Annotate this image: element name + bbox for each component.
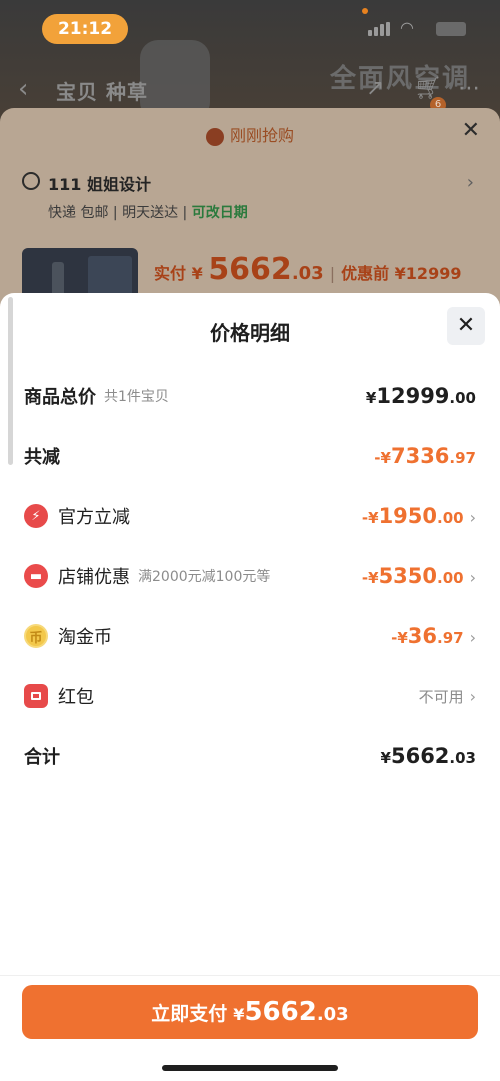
official-discount-amount: -¥1950.00 — [361, 504, 464, 528]
sheet-title: 价格明细 — [210, 321, 290, 345]
more-icon[interactable]: ⋯ — [458, 76, 480, 101]
signal-icon — [368, 22, 390, 36]
background-tabs: 宝贝 种草 — [56, 80, 148, 104]
order-sheet-header: 刚刚抢购 — [0, 122, 500, 146]
chevron-right-icon: › — [469, 508, 476, 527]
order-pay-summary: 实付 ¥ 5662.03 | 优惠前 ¥12999 — [154, 252, 462, 287]
back-arrow-icon[interactable]: ‹ — [18, 74, 28, 104]
chevron-right-icon[interactable]: › — [467, 172, 474, 193]
chevron-right-icon: › — [469, 568, 476, 587]
goods-total-amount: ¥12999.00 — [365, 384, 476, 408]
total-discount-amount: -¥7336.97 — [374, 444, 476, 468]
red-packet-icon — [24, 684, 48, 708]
close-icon: ✕ — [456, 313, 476, 338]
pay-now-button[interactable]: 立即支付 ¥5662.03 — [22, 985, 478, 1039]
row-taojinbi[interactable]: 币 淘金币 -¥36.97 › — [24, 616, 476, 656]
row-grand-total: 合计 ¥5662.03 — [24, 744, 476, 768]
row-store-discount[interactable]: ▬ 店铺优惠 满2000元减100元等 -¥5350.00 › — [24, 556, 476, 596]
background-nav-bar: ‹ 宝贝 种草 ↗ 🛒︎ ⋯ — [0, 66, 500, 110]
row-official-discount[interactable]: ⚡ 官方立减 -¥1950.00 › — [24, 496, 476, 536]
delivery-info: 快递 包邮 | 明天送达 | 可改日期 — [48, 205, 248, 221]
order-close-icon[interactable]: ✕ — [462, 118, 480, 143]
battery-icon — [436, 22, 466, 36]
wifi-icon: ◠ — [400, 18, 414, 37]
location-icon — [22, 172, 40, 190]
close-button[interactable]: ✕ — [447, 307, 485, 345]
store-discount-amount: -¥5350.00 — [361, 564, 464, 588]
coin-icon: 币 — [24, 624, 48, 648]
buyer-avatar — [205, 127, 224, 146]
red-packet-status: 不可用 — [418, 687, 464, 706]
bottom-bar: 立即支付 ¥5662.03 — [0, 975, 500, 1081]
status-time: 21:12 — [42, 14, 128, 44]
row-red-packet[interactable]: 红包 不可用 › — [24, 676, 476, 716]
lightning-icon: ⚡ — [24, 504, 48, 528]
share-icon[interactable]: ↗ — [366, 76, 384, 101]
status-bar: 21:12 ◠ — [0, 0, 500, 56]
home-indicator[interactable] — [162, 1065, 338, 1071]
grand-total-amount: ¥5662.03 — [380, 744, 476, 768]
row-total-discount: 共减 -¥7336.97 — [24, 444, 476, 468]
order-sheet: 刚刚抢购 ✕ 111 姐姐设计 快递 包邮 | 明天送达 | 可改日期 › 实付… — [0, 108, 500, 308]
store-icon: ▬ — [24, 564, 48, 588]
chevron-right-icon: › — [469, 686, 476, 706]
price-detail-sheet: 价格明细 ✕ 商品总价 共1件宝贝 ¥12999.00 共减 -¥7336.97… — [0, 293, 500, 1081]
change-date-link[interactable]: 可改日期 — [192, 205, 248, 221]
coin-discount-amount: -¥36.97 — [391, 624, 464, 648]
row-goods-total: 商品总价 共1件宝贝 ¥12999.00 — [24, 384, 476, 408]
recording-dot-icon — [362, 8, 368, 14]
address-name[interactable]: 111 姐姐设计 — [48, 171, 151, 195]
chevron-right-icon: › — [469, 628, 476, 647]
